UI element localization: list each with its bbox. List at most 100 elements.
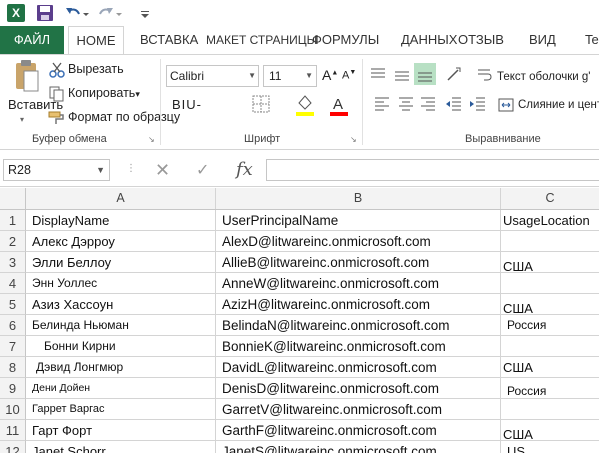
customize-qat-icon[interactable]	[140, 4, 150, 22]
paste-icon[interactable]	[14, 59, 40, 93]
cell-b[interactable]: AllieB@litwareinc.onmicrosoft.com	[216, 252, 501, 273]
cell-a[interactable]: Гарт Форт	[26, 420, 216, 441]
cell-b[interactable]: BelindaN@litwareinc.onmicrosoft.com	[216, 315, 501, 336]
redo-icon[interactable]	[97, 4, 115, 22]
cell-b[interactable]: DavidL@litwareinc.onmicrosoft.com	[216, 357, 501, 378]
cell-b[interactable]: UserPrincipalName	[216, 210, 501, 231]
cell-c[interactable]: США	[501, 357, 599, 378]
grow-font-icon[interactable]: A▲	[322, 67, 338, 83]
row-header[interactable]: 10	[0, 399, 26, 420]
cell-c[interactable]: UsageLocation	[501, 210, 599, 231]
copy-button[interactable]: Копировать▾	[48, 83, 140, 103]
wrap-text-button[interactable]: Текст оболочки g'	[497, 71, 591, 83]
undo-icon[interactable]	[64, 4, 82, 22]
row-header[interactable]: 7	[0, 336, 26, 357]
undo-dropdown-icon[interactable]	[82, 4, 90, 22]
cell-c[interactable]	[501, 399, 599, 420]
copy-dropdown-icon[interactable]: ▾	[135, 89, 140, 99]
chevron-down-icon[interactable]: ▼	[96, 160, 105, 180]
cell-a[interactable]: DisplayName	[26, 210, 216, 231]
tab-team[interactable]: Tea	[585, 26, 599, 54]
cell-b[interactable]: BonnieK@litwareinc.onmicrosoft.com	[216, 336, 501, 357]
orientation-icon[interactable]	[444, 65, 464, 85]
cell-a[interactable]: Гаррет Варгас	[26, 399, 216, 420]
row-header[interactable]: 9	[0, 378, 26, 399]
cell-a[interactable]: Азиз Хассоун	[26, 294, 216, 315]
paste-dropdown-icon[interactable]: ▾	[20, 115, 24, 124]
cell-c[interactable]: США	[501, 420, 599, 442]
borders-icon[interactable]	[252, 95, 270, 113]
cell-a[interactable]: Энн Уоллес	[26, 273, 216, 294]
formula-input[interactable]	[266, 159, 599, 181]
cell-b[interactable]: AlexD@litwareinc.onmicrosoft.com	[216, 231, 501, 252]
select-all-corner[interactable]	[0, 188, 26, 210]
tab-review[interactable]: ОТЗЫВ	[458, 26, 504, 54]
name-box[interactable]: R28 ▼	[3, 159, 110, 181]
row-header[interactable]: 1	[0, 210, 26, 231]
insert-function-icon[interactable]: fx	[236, 159, 253, 180]
column-header-b[interactable]: B	[216, 188, 501, 209]
tab-data[interactable]: ДАННЫХ	[401, 26, 457, 54]
cell-c[interactable]	[501, 273, 599, 294]
row-header[interactable]: 8	[0, 357, 26, 378]
cell-c[interactable]: Россия	[501, 315, 599, 336]
save-icon[interactable]	[36, 4, 54, 22]
clipboard-launcher-icon[interactable]: ↘	[148, 135, 157, 144]
align-top-icon[interactable]	[368, 65, 388, 85]
fill-color-icon[interactable]	[294, 93, 316, 117]
increase-indent-icon[interactable]	[468, 93, 488, 113]
tab-view[interactable]: ВИД	[529, 26, 556, 54]
cut-button[interactable]: Вырезать	[48, 59, 124, 79]
align-bottom-icon[interactable]	[414, 63, 436, 85]
cell-a[interactable]: Бонни Кирни	[26, 336, 216, 357]
tab-file[interactable]: ФАЙЛ	[0, 26, 64, 54]
cell-b[interactable]: GarretV@litwareinc.onmicrosoft.com	[216, 399, 501, 420]
cell-c[interactable]	[501, 231, 599, 252]
cell-a[interactable]: Janet Schorr	[26, 441, 216, 453]
shrink-font-icon[interactable]: A▼	[342, 69, 356, 82]
cell-c[interactable]: США	[501, 294, 599, 316]
enter-checkmark-icon[interactable]: ✓	[196, 160, 209, 180]
tab-formulas[interactable]: ФОРМУЛЫ	[312, 26, 379, 54]
cell-b[interactable]: AzizH@litwareinc.onmicrosoft.com	[216, 294, 501, 315]
align-left-icon[interactable]	[372, 93, 392, 113]
font-name-select[interactable]: Calibri ▼	[166, 65, 259, 87]
row-header[interactable]: 2	[0, 231, 26, 252]
tab-insert[interactable]: ВСТАВКА	[140, 26, 198, 54]
cell-b[interactable]: JanetS@litwareinc.onmicrosoft.com	[216, 441, 501, 453]
cell-c[interactable]: Россия	[501, 378, 599, 399]
cell-a[interactable]: Элли Беллоу	[26, 252, 216, 273]
cell-b[interactable]: DenisD@litwareinc.onmicrosoft.com	[216, 378, 501, 399]
tab-home[interactable]: HOME	[68, 26, 124, 55]
cell-c[interactable]	[501, 336, 599, 357]
row-header[interactable]: 4	[0, 273, 26, 294]
row-header[interactable]: 12	[0, 441, 26, 453]
row-header[interactable]: 3	[0, 252, 26, 273]
chevron-down-icon[interactable]: ▼	[305, 66, 313, 86]
column-header-c[interactable]: C	[501, 188, 599, 209]
font-launcher-icon[interactable]: ↘	[350, 135, 359, 144]
formula-bar-grip-icon[interactable]: ⋮	[126, 163, 136, 174]
cell-a[interactable]: Дени Дойен	[26, 378, 216, 399]
row-header[interactable]: 5	[0, 294, 26, 315]
cell-a[interactable]: Алекс Дэрроу	[26, 231, 216, 252]
cancel-icon[interactable]: ✕	[155, 160, 170, 181]
bold-italic-underline-buttons[interactable]: BIU-	[172, 97, 202, 112]
row-header[interactable]: 6	[0, 315, 26, 336]
tab-page-layout[interactable]: МАКЕТ СТРАНИЦЫ	[206, 26, 317, 54]
cell-a[interactable]: Дэвид Лонгмюр	[26, 357, 216, 378]
cell-b[interactable]: AnneW@litwareinc.onmicrosoft.com	[216, 273, 501, 294]
row-header[interactable]: 11	[0, 420, 26, 441]
merge-center-button[interactable]: Слияние и цент	[518, 99, 599, 111]
cell-c[interactable]: США	[501, 252, 599, 274]
cell-a[interactable]: Белинда Ньюман	[26, 315, 216, 336]
column-header-a[interactable]: A	[26, 188, 216, 209]
align-center-icon[interactable]	[396, 93, 416, 113]
font-color-icon[interactable]: A	[328, 93, 350, 117]
decrease-indent-icon[interactable]	[444, 93, 464, 113]
chevron-down-icon[interactable]: ▼	[248, 66, 256, 86]
cell-c[interactable]: US	[501, 441, 599, 453]
font-size-select[interactable]: 11 ▼	[263, 65, 317, 87]
wrap-text-icon[interactable]	[476, 67, 492, 83]
redo-dropdown-icon[interactable]	[115, 4, 123, 22]
